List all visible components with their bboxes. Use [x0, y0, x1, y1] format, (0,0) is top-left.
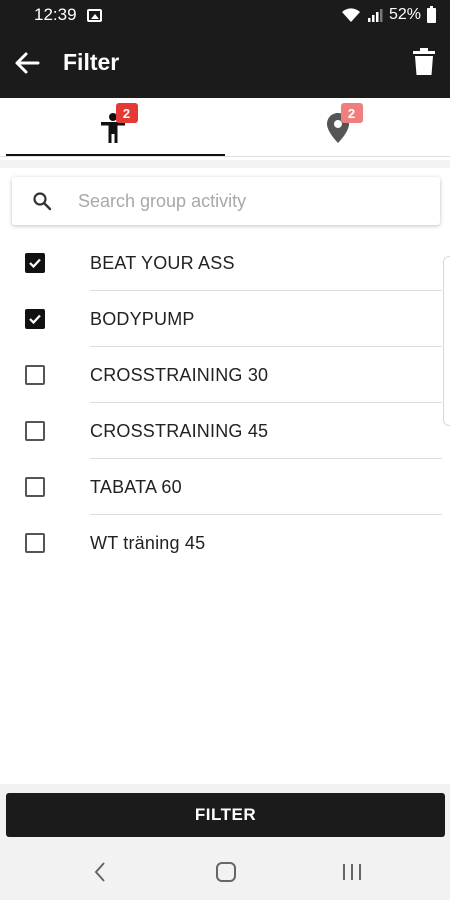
list-item[interactable]: BODYPUMP — [0, 291, 450, 347]
list-item[interactable]: TABATA 60 — [0, 459, 450, 515]
list-item-label: CROSSTRAINING 30 — [90, 365, 269, 385]
tab-locations-icon-wrap: 2 — [321, 103, 363, 145]
tab-activities[interactable]: 2 — [0, 98, 225, 158]
filter-tabs: 2 2 — [0, 98, 450, 160]
search-icon — [33, 192, 52, 211]
checkbox-unchecked[interactable] — [25, 477, 45, 497]
app-bar: Filter — [0, 30, 450, 98]
arrow-left-icon[interactable] — [12, 48, 42, 78]
check-icon — [29, 314, 41, 325]
tab-divider — [0, 156, 450, 157]
back-nav-icon[interactable] — [92, 860, 108, 884]
tab-locations-badge: 2 — [340, 103, 363, 123]
page-title: Filter — [63, 49, 120, 75]
checkbox-checked[interactable] — [25, 253, 45, 273]
list-item-label: BEAT YOUR ASS — [90, 253, 235, 273]
checkbox-checked[interactable] — [25, 309, 45, 329]
system-nav-bar — [0, 844, 450, 900]
list-item[interactable]: BEAT YOUR ASS — [0, 235, 450, 291]
home-nav-icon[interactable] — [215, 860, 237, 884]
wifi-icon — [341, 8, 360, 22]
list-item-label: TABATA 60 — [90, 477, 182, 497]
list-item[interactable]: CROSSTRAINING 30 — [0, 347, 450, 403]
list-item-label: BODYPUMP — [90, 309, 195, 329]
status-time: 12:39 — [34, 5, 77, 24]
list-item-label: WT träning 45 — [90, 533, 206, 553]
battery-percent: 52% — [388, 6, 421, 23]
tab-activities-icon-wrap: 2 — [96, 103, 138, 145]
trash-icon[interactable] — [412, 48, 436, 76]
battery-icon — [427, 5, 436, 23]
check-icon — [29, 258, 41, 269]
section-separator — [0, 160, 450, 168]
list-item[interactable]: CROSSTRAINING 45 — [0, 403, 450, 459]
checkbox-unchecked[interactable] — [25, 365, 45, 385]
signal-icon — [367, 9, 383, 22]
recents-nav-icon[interactable] — [341, 860, 363, 884]
filter-button[interactable]: FILTER — [6, 793, 445, 837]
search-input[interactable] — [78, 187, 418, 215]
checkbox-unchecked[interactable] — [25, 421, 45, 441]
list-item[interactable]: WT träning 45 — [0, 515, 450, 571]
search-bar — [12, 177, 440, 225]
tab-activities-badge: 2 — [115, 103, 138, 123]
checkbox-unchecked[interactable] — [25, 533, 45, 553]
activity-list: BEAT YOUR ASS BODYPUMP CROSSTRAINING 30 … — [0, 235, 450, 571]
status-icons: 52% — [341, 5, 436, 24]
list-item-label: CROSSTRAINING 45 — [90, 421, 269, 441]
status-bar: 12:39 52% — [0, 0, 450, 30]
gallery-icon — [86, 8, 102, 22]
tab-locations[interactable]: 2 — [225, 98, 450, 158]
